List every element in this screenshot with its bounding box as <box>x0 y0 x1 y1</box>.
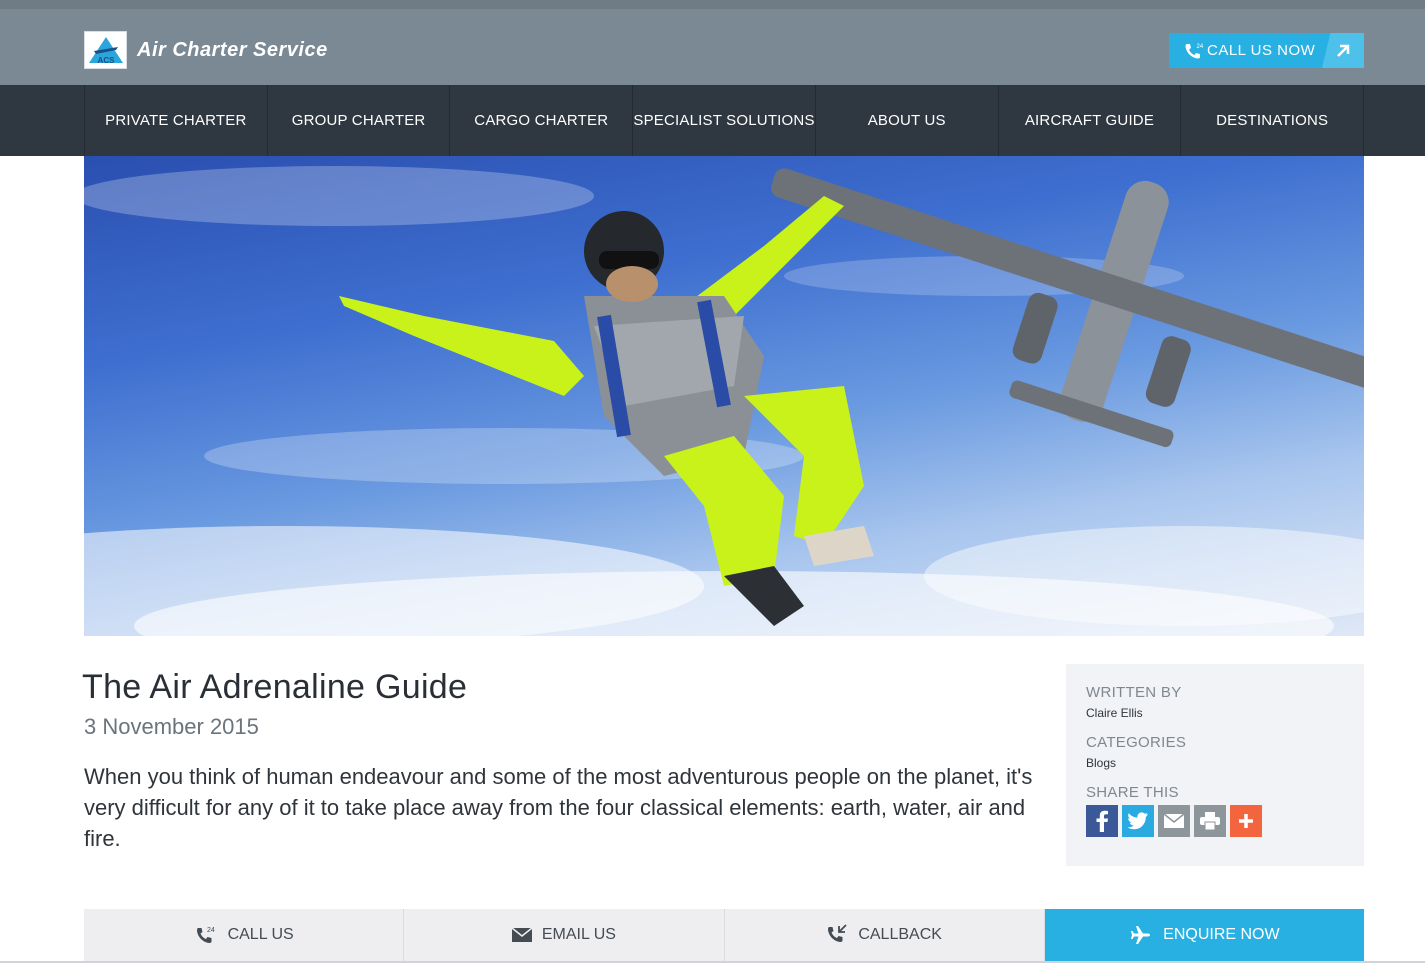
email-icon[interactable] <box>1158 805 1190 837</box>
author-link[interactable]: Claire Ellis <box>1086 706 1344 720</box>
call-us-label: CALL US <box>227 926 294 943</box>
svg-text:24: 24 <box>1197 44 1204 50</box>
envelope-icon <box>511 928 532 942</box>
article-intro: When you think of human endeavour and so… <box>84 764 1033 851</box>
logo-text: Air Charter Service <box>137 38 328 61</box>
nav-destinations[interactable]: DESTINATIONS <box>1180 85 1365 156</box>
call-us-button[interactable]: 24 CALL US <box>84 909 405 961</box>
site-header: ACS Air Charter Service 24 CALL US NOW <box>0 0 1425 85</box>
callback-button[interactable]: CALLBACK <box>724 909 1045 961</box>
email-us-button[interactable]: EMAIL US <box>404 909 725 961</box>
email-us-label: EMAIL US <box>541 926 616 943</box>
callback-phone-icon <box>828 924 847 942</box>
hero-image <box>84 156 1364 636</box>
twitter-icon[interactable] <box>1122 805 1154 837</box>
main-nav: PRIVATE CHARTER GROUP CHARTER CARGO CHAR… <box>0 85 1425 156</box>
site-logo[interactable]: ACS Air Charter Service <box>84 31 328 69</box>
contact-bar: 24 CALL US EMAIL US CALLBACK ENQUIRE NOW <box>84 909 1364 961</box>
nav-specialist-solutions[interactable]: SPECIALIST SOLUTIONS <box>632 85 815 156</box>
article-meta-sidebar: WRITTEN BY Claire Ellis CATEGORIES Blogs… <box>1066 664 1364 866</box>
category-link[interactable]: Blogs <box>1086 756 1344 770</box>
plus-icon[interactable] <box>1230 805 1262 837</box>
enquire-now-label: ENQUIRE NOW <box>1163 926 1280 943</box>
arrow-up-right-icon <box>1322 33 1364 68</box>
phone-24-icon: 24 <box>1185 43 1204 58</box>
article-date: 3 November 2015 <box>84 714 259 739</box>
svg-text:ACS: ACS <box>97 56 115 65</box>
facebook-icon[interactable] <box>1086 805 1118 837</box>
skydiver-illustration <box>84 166 1364 636</box>
phone-24-icon: 24 <box>196 927 215 943</box>
svg-text:24: 24 <box>207 927 215 934</box>
categories-heading: CATEGORIES <box>1086 734 1187 751</box>
nav-about-us[interactable]: ABOUT US <box>814 85 998 156</box>
print-icon[interactable] <box>1194 805 1226 837</box>
share-buttons <box>1086 805 1344 837</box>
nav-cargo-charter[interactable]: CARGO CHARTER <box>449 85 632 156</box>
nav-private-charter[interactable]: PRIVATE CHARTER <box>84 85 267 156</box>
enquire-now-button[interactable]: ENQUIRE NOW <box>1044 909 1364 961</box>
article-title: The Air Adrenaline Guide <box>82 668 468 706</box>
logo-mark-icon: ACS <box>84 31 127 69</box>
callback-label: CALLBACK <box>858 926 942 943</box>
airplane-icon <box>1131 926 1151 944</box>
written-by-heading: WRITTEN BY <box>1086 684 1182 701</box>
call-now-button[interactable]: 24 CALL US NOW <box>1169 33 1364 68</box>
nav-aircraft-guide[interactable]: AIRCRAFT GUIDE <box>997 85 1181 156</box>
share-heading: SHARE THIS <box>1086 784 1179 801</box>
nav-group-charter[interactable]: GROUP CHARTER <box>266 85 450 156</box>
call-now-label: CALL US NOW <box>1207 42 1316 59</box>
